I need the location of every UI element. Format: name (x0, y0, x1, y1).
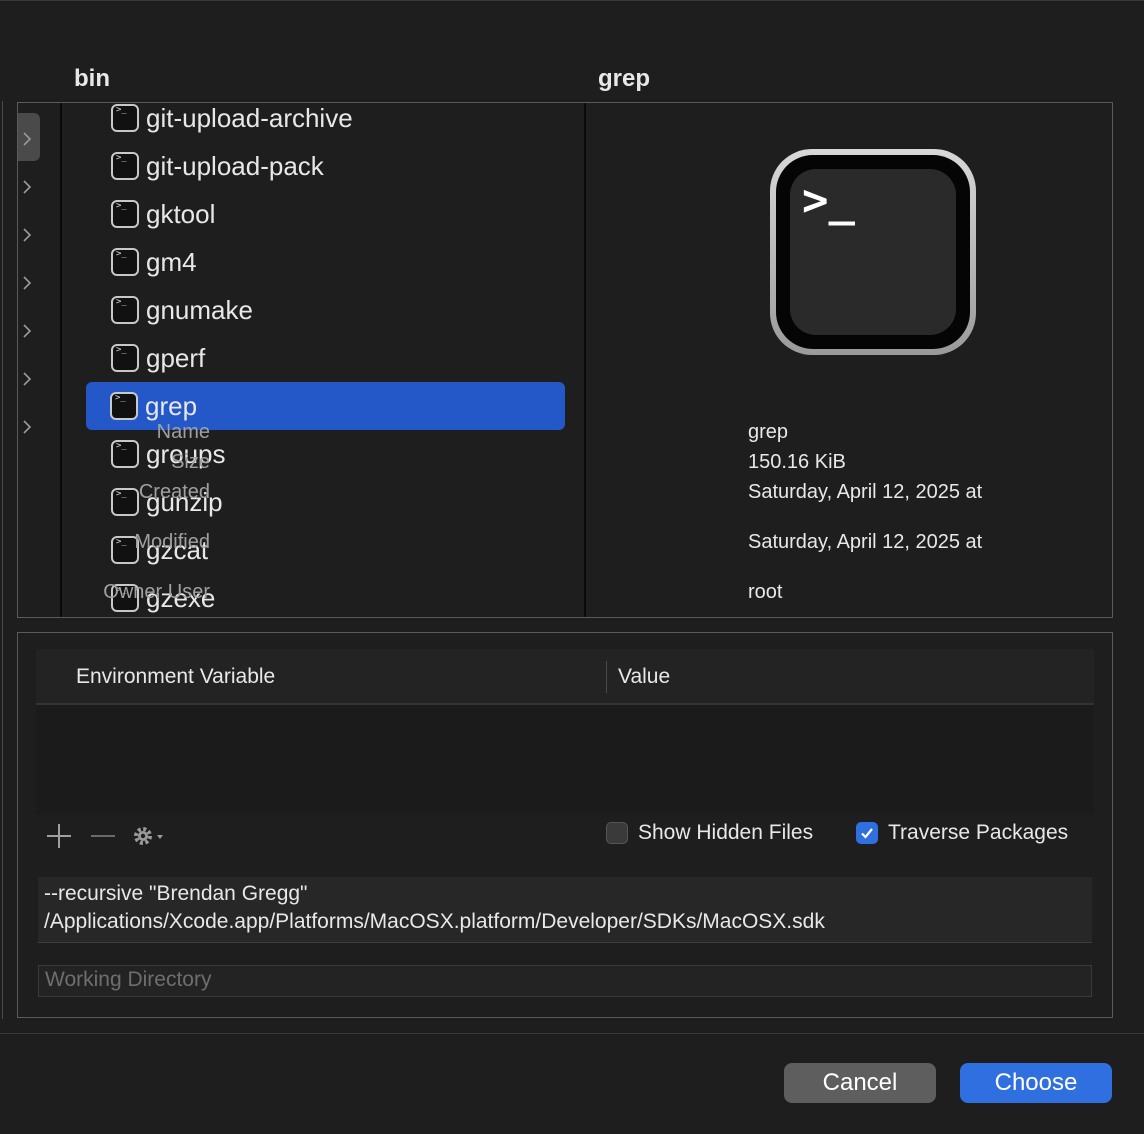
terminal-icon (111, 248, 139, 276)
table-header: Environment Variable Value (36, 649, 1094, 705)
terminal-icon (111, 344, 139, 372)
list-item[interactable]: gktool (87, 190, 565, 238)
column-value[interactable]: Value (618, 665, 670, 689)
list-item[interactable]: git-upload-pack (87, 142, 565, 190)
column-header-grep: grep (598, 65, 651, 92)
terminal-icon (111, 440, 139, 468)
list-item[interactable]: gperf (87, 334, 565, 382)
environment-table[interactable]: Environment Variable Value (36, 649, 1094, 815)
add-icon[interactable] (42, 821, 76, 851)
chevron-right-icon[interactable] (20, 321, 34, 341)
terminal-icon (111, 152, 139, 180)
list-item[interactable]: git-upload-archive (87, 102, 565, 142)
prompt-glyph: >_ (802, 175, 855, 226)
chevron-right-icon[interactable] (20, 129, 34, 149)
previous-column (18, 103, 42, 617)
preview-pane: >_ Name grep Size 150.16 KiB Created Sat… (103, 103, 1112, 617)
meta-value: grep (748, 421, 789, 443)
file-name: gnumake (146, 294, 253, 325)
meta-label: Created (138, 481, 210, 503)
column-header-bin: bin (74, 65, 110, 92)
column-separator[interactable] (606, 661, 607, 693)
meta-label: Owner User (103, 581, 210, 603)
gear-icon[interactable] (128, 821, 168, 851)
column-browser: git-upload-archive git-upload-pack gktoo… (17, 102, 1113, 618)
chevron-right-icon[interactable] (20, 177, 34, 197)
file-name: gktool (146, 198, 216, 229)
show-hidden-files-label: Show Hidden Files (638, 821, 814, 844)
arguments-field[interactable]: --recursive "Brendan Gregg" /Application… (38, 877, 1092, 943)
file-name: gperf (146, 342, 206, 373)
terminal-icon (111, 488, 139, 516)
traverse-packages-checkbox[interactable]: Traverse Packages (856, 821, 1068, 845)
chevron-right-icon[interactable] (20, 225, 34, 245)
remove-icon[interactable] (86, 821, 120, 851)
file-chooser-dialog: bin grep git-upload-archive git-upload-p… (0, 0, 1144, 1134)
meta-value: Saturday, April 12, 2025 at (748, 531, 983, 553)
file-name: git-upload-pack (146, 150, 324, 181)
sidebar-edge (0, 101, 3, 1019)
file-name: git-upload-archive (146, 102, 353, 133)
options-panel: Environment Variable Value Show Hidden F… (17, 632, 1113, 1018)
meta-label: Size (171, 451, 210, 473)
chevron-right-icon[interactable] (20, 273, 34, 293)
meta-value: Saturday, April 12, 2025 at (748, 481, 983, 503)
checkbox-unchecked-icon[interactable] (606, 822, 628, 844)
chevron-right-icon[interactable] (20, 369, 34, 389)
checkmark-icon[interactable] (856, 822, 878, 844)
cancel-button[interactable]: Cancel (784, 1063, 936, 1103)
show-hidden-files-checkbox[interactable]: Show Hidden Files (606, 821, 813, 845)
meta-label: Modified (134, 531, 210, 553)
terminal-icon (111, 200, 139, 228)
footer-divider (0, 1033, 1144, 1034)
terminal-exec-icon: >_ (770, 149, 976, 355)
meta-value: 150.16 KiB (748, 451, 846, 473)
meta-value: root (748, 581, 783, 603)
column-environment-variable[interactable]: Environment Variable (76, 665, 275, 689)
working-directory-field[interactable]: Working Directory (38, 965, 1092, 997)
terminal-icon (111, 296, 139, 324)
choose-button[interactable]: Choose (960, 1063, 1112, 1103)
list-item[interactable]: gnumake (87, 286, 565, 334)
terminal-icon (110, 392, 138, 420)
terminal-icon (111, 104, 139, 132)
chevron-right-icon[interactable] (20, 417, 34, 437)
traverse-packages-label: Traverse Packages (888, 821, 1069, 844)
list-item[interactable]: gm4 (87, 238, 565, 286)
file-name: grep (145, 390, 198, 421)
file-name: gm4 (146, 246, 197, 277)
meta-label: Name (156, 421, 210, 443)
